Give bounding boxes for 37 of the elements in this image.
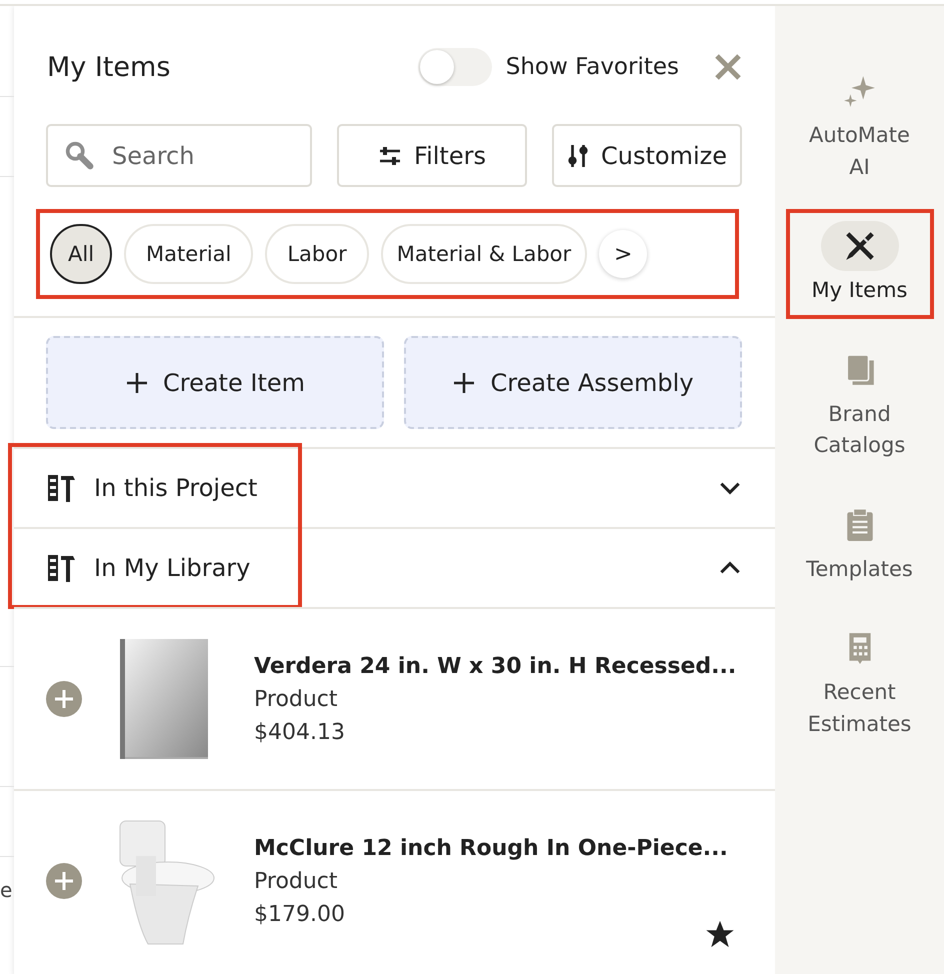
add-icon[interactable] [46,681,82,717]
background-text: e [0,878,14,902]
section-header[interactable]: In this Project [14,447,775,527]
panel-title: My Items [47,52,172,82]
nav-item[interactable]: AutoMate AI [802,66,918,183]
plus-icon [452,370,476,394]
filter-chip[interactable]: Material [124,224,254,284]
item-price: $179.00 [254,902,346,926]
star-icon[interactable] [705,919,735,949]
create-button[interactable]: Create Item [46,336,384,429]
sparkle-icon [842,74,876,108]
search-field[interactable]: Search [46,124,312,187]
item-type: Product [254,686,339,712]
search-icon [64,140,94,170]
filter-chip[interactable]: Material & Labor [380,224,588,284]
nav-item[interactable]: Brand Catalogs [802,344,918,462]
customize-button[interactable]: Customize [552,124,742,187]
filter-chip[interactable]: Labor [265,224,369,284]
toggle-label: Show Favorites [506,54,679,80]
tools-icon [46,472,78,504]
nav-item[interactable]: Templates [802,500,918,585]
section-header[interactable]: In My Library [14,527,775,607]
item-type: Product [254,868,339,894]
item-price: $404.13 [254,720,346,744]
nav-item[interactable]: Recent Estimates [802,623,918,740]
sliders-icon [567,142,589,168]
next-button[interactable]: > [599,230,648,278]
plus-icon [124,370,149,394]
filters-button[interactable]: Filters [337,124,527,187]
add-icon[interactable] [46,863,82,899]
favorites-toggle[interactable] [418,48,492,86]
close-icon[interactable] [713,52,743,82]
filter-chip[interactable]: All [50,224,112,284]
item-name: Verdera 24 in. W x 30 in. H Recessed... [254,654,736,678]
tools-icon [46,552,78,584]
item-name: McClure 12 inch Rough In One-Piece... [254,836,728,860]
create-button[interactable]: Create Assembly [404,336,742,429]
